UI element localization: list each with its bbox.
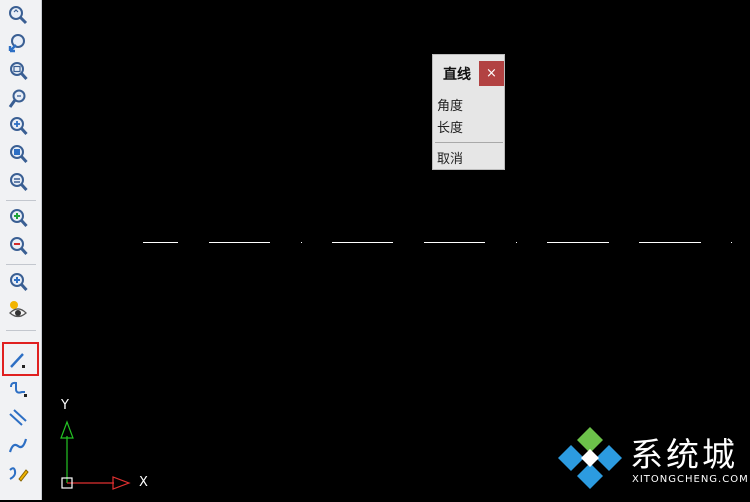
toolbar-separator [6,330,36,331]
zoom-in-button[interactable] [5,206,31,230]
y-axis-label: Y [61,398,69,413]
dashed-line-dot [731,242,732,243]
render-view-button[interactable] [5,298,31,322]
dashed-line-segment [143,242,178,243]
ucs-icon: Y X [52,398,162,498]
zoom-object-icon [10,173,28,192]
spline-icon [8,438,28,453]
zoom-realtime-icon [9,6,28,25]
polyline-button[interactable] [5,378,31,402]
zoom-object-button[interactable] [5,170,31,194]
zoom-all-icon [10,273,28,292]
zoom-out-button[interactable] [5,234,31,258]
popup-title: 直线 [443,67,471,83]
popup-item-length[interactable]: 长度 [437,117,463,136]
left-toolbar [0,0,42,500]
zoom-realtime-button[interactable] [5,3,31,27]
double-line-icon [9,409,27,426]
zoom-window-icon [10,62,28,81]
polyline-icon [10,381,27,397]
render-view-icon [9,301,27,318]
double-line-button[interactable] [5,405,31,429]
popup-separator [435,142,503,143]
watermark-logo-icon [558,427,622,489]
zoom-scale-button[interactable] [5,114,31,138]
popup-close-button[interactable]: × [479,61,504,86]
dashed-line-segment [639,242,701,243]
zoom-window-button[interactable] [5,59,31,83]
freehand-sketch-button[interactable] [5,461,31,485]
watermark-url: XITONGCHENG.COM [632,474,749,485]
dashed-line-dot [516,242,517,243]
freehand-sketch-icon [9,467,29,482]
dashed-line-dot [301,242,302,243]
dashed-line-segment [209,242,270,243]
zoom-scale-icon [10,117,28,136]
zoom-out-icon [10,237,28,256]
zoom-center-icon [10,145,28,164]
dashed-line-segment [332,242,393,243]
popup-item-angle[interactable]: 角度 [437,95,463,114]
line-tool-button[interactable] [2,342,39,376]
zoom-previous-button[interactable] [5,31,31,55]
toolbar-separator [6,264,36,265]
popup-item-cancel[interactable]: 取消 [437,148,463,167]
toolbar-separator [6,200,36,201]
zoom-dynamic-icon [8,89,26,108]
zoom-dynamic-button[interactable] [5,87,31,111]
zoom-center-button[interactable] [5,142,31,166]
zoom-all-button[interactable] [5,270,31,294]
spline-button[interactable] [5,433,31,457]
zoom-previous-icon [8,34,25,53]
zoom-in-icon [10,209,28,228]
line-command-popup: 直线 × 角度 长度 取消 [432,54,505,170]
line-tool-icon [10,353,25,368]
dashed-line-segment [424,242,485,243]
dashed-line-segment [547,242,609,243]
x-axis-label: X [139,475,148,490]
watermark-brand: 系统城 [630,435,738,474]
